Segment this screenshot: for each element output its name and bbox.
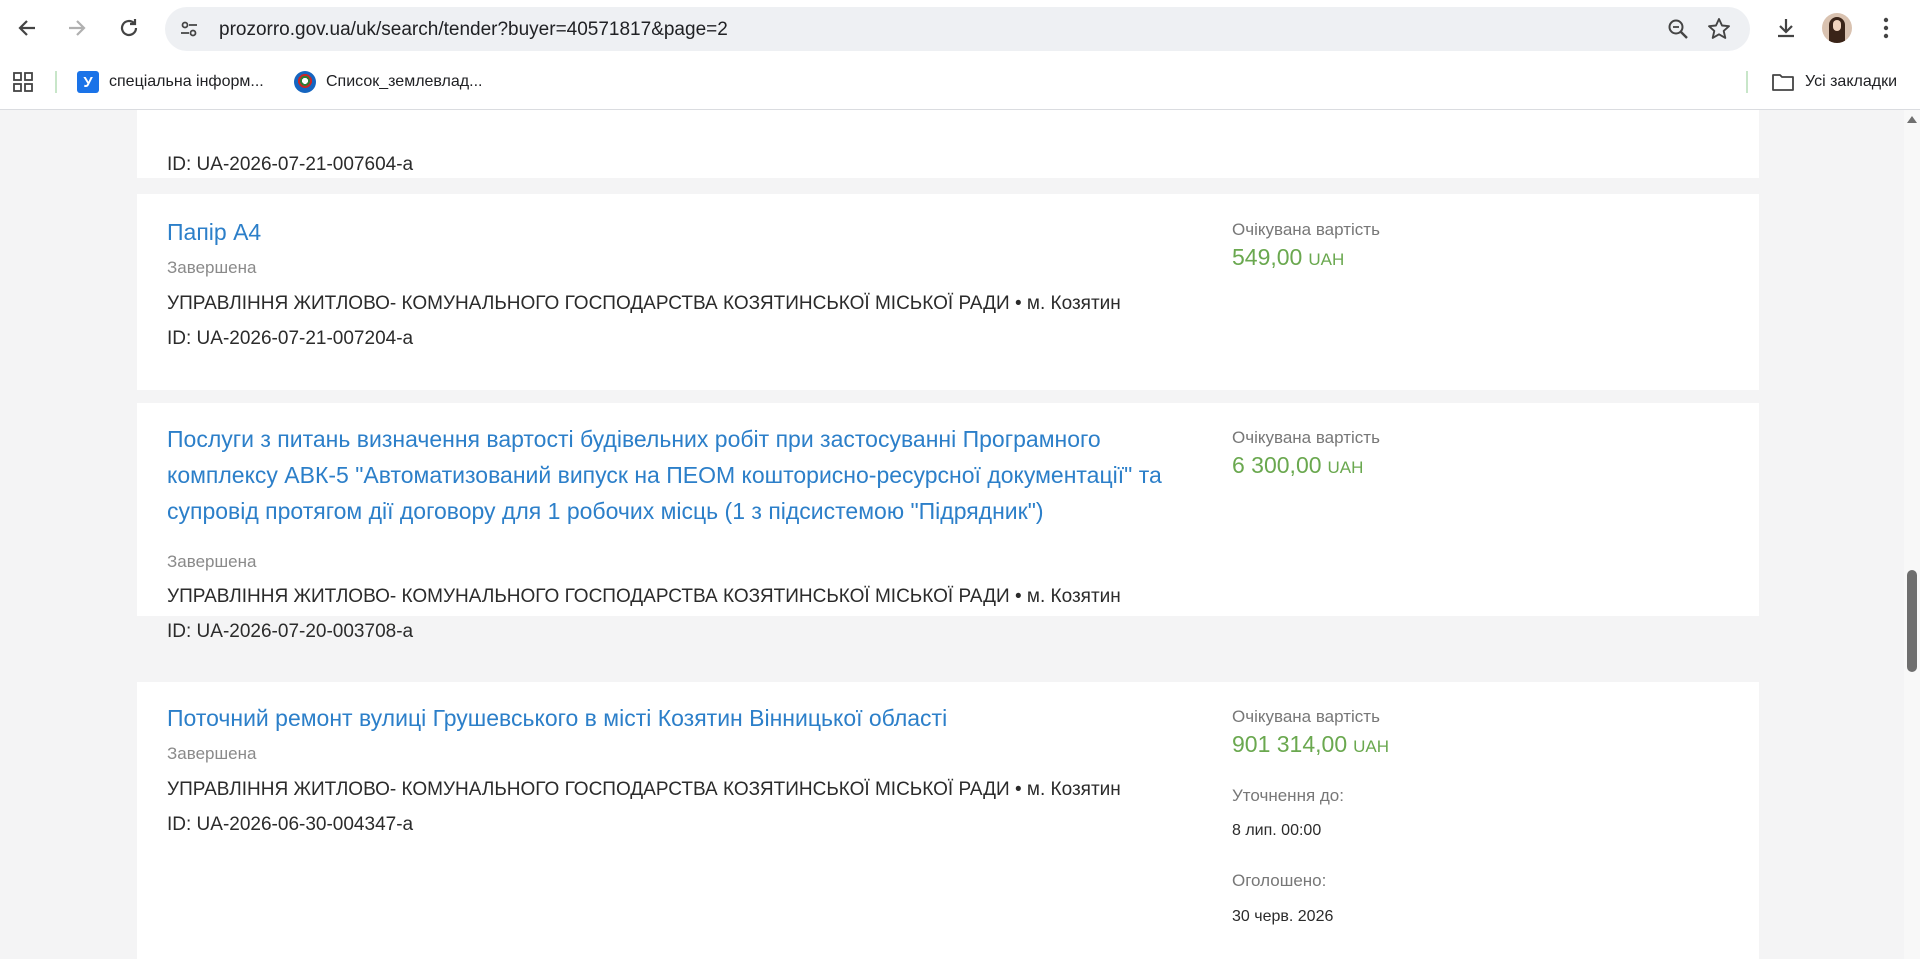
clarification-value: 8 лип. 00:00 <box>1232 822 1322 839</box>
all-bookmarks-button[interactable]: Усі закладки <box>1771 69 1897 95</box>
tune-icon <box>181 21 197 37</box>
bookmark-item[interactable]: У спеціальна інформ... <box>77 69 264 95</box>
arrow-right-icon <box>69 20 86 36</box>
star-icon <box>1708 18 1730 39</box>
currency: UAH <box>1308 250 1345 269</box>
expected-cost-label: Очікувана вартість <box>1232 707 1380 726</box>
bookmark-star-button[interactable] <box>1706 16 1732 47</box>
u-favicon-icon: У <box>77 71 99 93</box>
bookmark-label: Список_землевлад... <box>326 73 483 90</box>
zoom-button[interactable] <box>1666 17 1690 46</box>
tender-title-link[interactable]: Послуги з питань визначення вартості буд… <box>167 421 1177 529</box>
apps-grid-icon <box>13 72 33 92</box>
tender-status: Завершена <box>167 744 257 763</box>
currency: UAH <box>1327 458 1364 477</box>
tender-card: Папір А4 Завершена УПРАВЛІННЯ ЖИТЛОВО- К… <box>137 194 1759 390</box>
tender-title-link[interactable]: Поточний ремонт вулиці Грушевського в мі… <box>167 700 1177 736</box>
tender-id: ID: UA-2026-07-21-007604-a <box>167 154 414 175</box>
all-bookmarks-label: Усі закладки <box>1805 73 1898 90</box>
bookmark-item[interactable]: Список_землевлад... <box>294 69 482 95</box>
scroll-thumb[interactable] <box>1907 570 1917 672</box>
scroll-up-arrow-icon[interactable] <box>1907 116 1917 123</box>
zoom-icon <box>1668 19 1688 39</box>
url-text[interactable]: prozorro.gov.ua/uk/search/tender?buyer=4… <box>219 19 728 41</box>
page-scrollbar[interactable] <box>1904 110 1920 959</box>
wikimedia-favicon-icon <box>294 71 316 93</box>
expected-cost-value: 6 300,00 UAH <box>1232 452 1363 479</box>
currency: UAH <box>1353 737 1390 756</box>
bookmark-separator <box>55 71 57 93</box>
browser-toolbar: prozorro.gov.ua/uk/search/tender?buyer=4… <box>0 0 1920 56</box>
tender-organization: УПРАВЛІННЯ ЖИТЛОВО- КОМУНАЛЬНОГО ГОСПОДА… <box>167 293 1121 314</box>
browser-menu-button[interactable] <box>1868 10 1904 46</box>
expected-cost-value: 901 314,00 UAH <box>1232 731 1389 758</box>
expected-cost-label: Очікувана вартість <box>1232 220 1380 239</box>
back-button[interactable] <box>9 10 45 46</box>
cost-amount: 549,00 <box>1232 244 1303 270</box>
expected-cost-label: Очікувана вартість <box>1232 428 1380 447</box>
tender-status: Завершена <box>167 258 257 277</box>
tender-organization: УПРАВЛІННЯ ЖИТЛОВО- КОМУНАЛЬНОГО ГОСПОДА… <box>167 779 1121 800</box>
downloads-button[interactable] <box>1768 10 1804 46</box>
cost-amount: 901 314,00 <box>1232 731 1348 757</box>
tender-title-link[interactable]: Папір А4 <box>167 214 1177 250</box>
bookmarks-bar: У спеціальна інформ... Список_землевлад.… <box>0 56 1920 110</box>
forward-button[interactable] <box>59 10 95 46</box>
tender-id: ID: UA-2026-06-30-004347-a <box>167 814 414 835</box>
tender-status: Завершена <box>167 552 257 571</box>
tender-organization: УПРАВЛІННЯ ЖИТЛОВО- КОМУНАЛЬНОГО ГОСПОДА… <box>167 586 1121 607</box>
download-icon <box>1778 19 1794 38</box>
clarification-label: Уточнення до: <box>1232 786 1344 805</box>
arrow-left-icon <box>18 20 35 36</box>
announced-value: 30 черв. 2026 <box>1232 908 1334 925</box>
bookmark-label: спеціальна інформ... <box>109 73 264 90</box>
tender-card: Послуги з питань визначення вартості буд… <box>137 403 1759 642</box>
announced-label: Оголошено: <box>1232 871 1327 890</box>
tender-card: Поточний ремонт вулиці Грушевського в мі… <box>137 682 1759 959</box>
tender-id: ID: UA-2026-07-20-003708-a <box>167 621 414 642</box>
reload-button[interactable] <box>111 10 147 46</box>
expected-cost-value: 549,00 UAH <box>1232 244 1344 271</box>
profile-avatar[interactable] <box>1822 13 1852 43</box>
tender-id: ID: UA-2026-07-21-007204-a <box>167 328 414 349</box>
more-vert-icon <box>1883 17 1889 39</box>
bookmark-separator <box>1746 71 1748 93</box>
apps-button[interactable] <box>12 69 34 95</box>
folder-icon <box>1772 74 1794 91</box>
search-results: ID: UA-2026-07-21-007604-a Папір А4 Заве… <box>0 110 1904 959</box>
site-info-button[interactable] <box>175 15 203 43</box>
tender-card: ID: UA-2026-07-21-007604-a <box>137 110 1759 178</box>
address-bar[interactable]: prozorro.gov.ua/uk/search/tender?buyer=4… <box>165 7 1750 51</box>
cost-amount: 6 300,00 <box>1232 452 1322 478</box>
reload-icon <box>120 19 138 37</box>
